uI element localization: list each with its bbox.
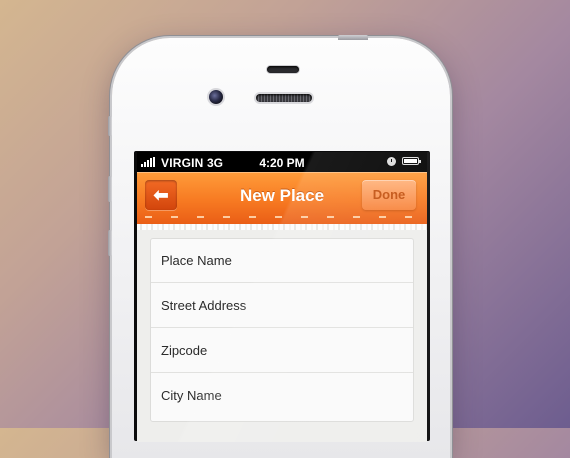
street-address-field[interactable]: Street Address: [151, 284, 413, 328]
place-name-field[interactable]: Place Name: [151, 239, 413, 283]
zipcode-field[interactable]: Zipcode: [151, 329, 413, 373]
clock-icon: [387, 157, 396, 166]
earpiece-speaker: [256, 94, 312, 102]
status-bar: VIRGIN 3G 4:20 PM: [137, 152, 427, 172]
volume-up-button: [108, 176, 112, 202]
status-time: 4:20 PM: [259, 156, 305, 170]
navigation-bar: ⬅ New Place Done: [137, 172, 427, 224]
mute-switch: [108, 116, 112, 136]
battery-icon: [402, 157, 421, 165]
stitch-divider: [137, 216, 427, 218]
power-button: [338, 35, 368, 40]
front-camera-icon: [209, 90, 223, 104]
proximity-sensor: [267, 66, 299, 73]
done-button[interactable]: Done: [362, 180, 416, 210]
new-place-form: Place Name Street Address Zipcode City N…: [150, 238, 414, 422]
volume-down-button: [108, 230, 112, 256]
city-name-field[interactable]: City Name: [151, 374, 413, 418]
screen: VIRGIN 3G 4:20 PM ⬅ New Place Done Place…: [137, 152, 427, 442]
torn-paper-edge: [137, 224, 427, 230]
